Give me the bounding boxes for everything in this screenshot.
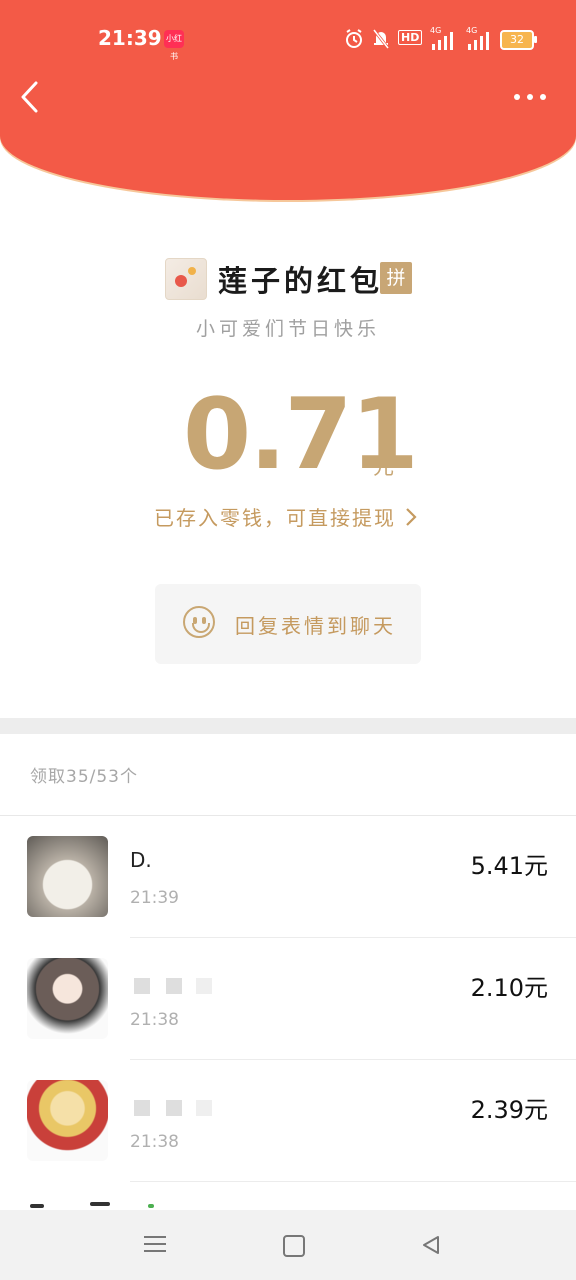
- signal-icon: [432, 32, 453, 50]
- row-divider: [130, 1181, 576, 1182]
- claim-amount: 2.10元: [470, 974, 548, 1002]
- mute-bell-icon: [372, 29, 390, 49]
- list-item[interactable]: 21:38 2.10元: [0, 938, 576, 1060]
- list-item[interactable]: D. 21:39 5.41元: [0, 816, 576, 938]
- system-navigation-bar: [0, 1210, 576, 1280]
- alarm-icon: [346, 29, 362, 48]
- sender-info: 莲子的红包 拼: [0, 256, 576, 300]
- reply-sticker-label: 回复表情到聊天: [235, 614, 396, 638]
- reply-sticker-button[interactable]: 回复表情到聊天: [155, 584, 421, 664]
- back-arrow-icon[interactable]: [14, 80, 48, 114]
- saved-to-balance-link[interactable]: 已存入零钱，可直接提现: [154, 502, 418, 531]
- claim-amount: 2.39元: [470, 1096, 548, 1124]
- blurred-name: [134, 1100, 150, 1116]
- claim-amount: 5.41元: [470, 852, 548, 880]
- claim-time: 21:39: [130, 888, 179, 908]
- recent-apps-icon[interactable]: [144, 1234, 166, 1254]
- xiaohongshu-notification-icon: 小红书: [164, 30, 184, 61]
- amount-unit: 元: [373, 455, 394, 479]
- hd-voice-icon: HD: [398, 30, 423, 45]
- section-divider: [0, 718, 576, 734]
- anime-girl-avatar: [27, 958, 108, 1039]
- red-packet-header: 21:39 小红书 HD 4G 4G 32: [0, 0, 576, 200]
- rabbit-avatar: [27, 836, 108, 917]
- claim-count: 领取35/53个: [30, 767, 138, 787]
- sender-name: 莲子的红包: [218, 264, 384, 298]
- claimer-name: D.: [130, 848, 152, 872]
- status-bar: 21:39 小红书 HD 4G 4G 32: [0, 22, 576, 61]
- sender-avatar: [165, 258, 207, 300]
- back-triangle-icon[interactable]: [420, 1234, 442, 1256]
- list-item-partial[interactable]: [0, 1184, 576, 1210]
- home-icon[interactable]: [283, 1235, 305, 1257]
- blurred-name: [166, 978, 182, 994]
- blurred-name: [196, 1100, 212, 1116]
- list-item[interactable]: 21:38 2.39元: [0, 1060, 576, 1182]
- more-options-icon[interactable]: [510, 86, 550, 108]
- blessing-message: 小可爱们节日快乐: [195, 318, 380, 340]
- claim-time: 21:38: [130, 1132, 179, 1152]
- battery-tip: [534, 36, 537, 43]
- smiley-icon: [183, 606, 215, 638]
- clock: 21:39: [98, 26, 162, 50]
- battery-icon: 32: [500, 30, 534, 50]
- blurred-name: [196, 978, 212, 994]
- chevron-right-icon: [406, 508, 417, 526]
- signal-icon-2: [468, 32, 489, 50]
- anime-cat-girl-avatar: [27, 1080, 108, 1161]
- saved-to-balance-text: 已存入零钱，可直接提现: [154, 506, 396, 530]
- blurred-name: [166, 1100, 182, 1116]
- claim-time: 21:38: [130, 1010, 179, 1030]
- group-luck-badge: 拼: [380, 262, 412, 294]
- blurred-name: [134, 978, 150, 994]
